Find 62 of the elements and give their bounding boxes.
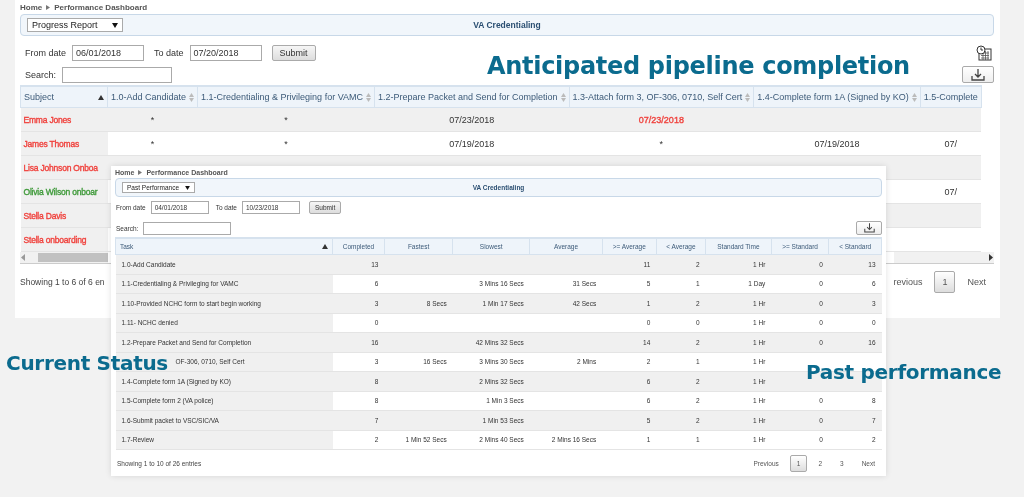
table-cell: 07/19/2018 — [753, 131, 921, 156]
pagination-button[interactable]: Next — [959, 271, 994, 293]
subject-cell[interactable]: Lisa Johnson Onboa — [20, 155, 108, 180]
download-icon — [863, 223, 875, 233]
sort-icon — [560, 92, 566, 102]
pagination-button[interactable]: revious — [885, 271, 931, 293]
download-icon — [971, 68, 985, 81]
scroll-left-icon — [20, 254, 26, 261]
column-header[interactable]: 1.1-Credentialing & Privileging for VAMC — [197, 86, 375, 108]
scroll-right-icon — [988, 254, 994, 261]
search-field[interactable] — [62, 66, 173, 83]
table-cell: * — [107, 131, 198, 156]
from-date-field[interactable]: 06/01/2018 — [72, 45, 144, 61]
from-date-label: From date — [25, 48, 66, 58]
chevron-icon — [46, 4, 51, 10]
subject-cell[interactable]: Emma Jones — [20, 107, 108, 132]
sort-ascending-icon — [98, 94, 104, 100]
panel-title: VA Credentialing — [473, 20, 541, 30]
horizontal-scrollbar[interactable] — [20, 252, 108, 263]
table-cell: 07/23/2018 — [569, 107, 754, 132]
subject-cell[interactable]: Stella Davis — [20, 203, 108, 228]
download-button[interactable] — [962, 66, 994, 83]
scrollbar-track[interactable] — [894, 252, 994, 263]
column-header[interactable]: 1.4-Complete form 1A (Signed by KO) — [753, 86, 921, 108]
table-cell: 07/ — [920, 179, 982, 204]
to-date-label: To date — [154, 48, 184, 58]
calendar-clock-icon — [976, 45, 992, 61]
pagination-button[interactable]: 1 — [934, 271, 956, 293]
table-cell: * — [197, 107, 375, 132]
table-cell: * — [569, 131, 754, 156]
search-label: Search: — [25, 69, 57, 80]
entries-info: Showing 1 to 6 of 6 en — [20, 277, 105, 287]
callout-text: Past performance — [806, 360, 1002, 384]
column-header[interactable]: 1.5-Complete — [920, 86, 982, 108]
sort-ascending-icon — [322, 244, 328, 249]
subject-cell[interactable]: Olivia Wilson onboar — [20, 179, 108, 204]
caret-icon — [111, 22, 118, 28]
chevron-icon — [138, 170, 143, 175]
table-cell: 07/19/2018 — [374, 131, 570, 156]
download-button[interactable] — [856, 221, 882, 235]
search-field[interactable] — [143, 221, 232, 235]
sort-icon — [911, 92, 917, 102]
submit-button[interactable]: Submit — [271, 45, 316, 61]
subject-cell[interactable]: Stella onboarding — [20, 227, 108, 252]
subject-cell[interactable]: James Thomas — [20, 131, 108, 156]
column-header[interactable]: 1.2-Prepare Packet and Send for Completion — [374, 86, 570, 108]
breadcrumb-link[interactable]: Home — [20, 2, 43, 12]
breadcrumb-link[interactable]: Performance Dashboard — [54, 2, 148, 12]
sort-icon — [189, 92, 195, 102]
to-date-field[interactable]: 07/20/2018 — [189, 45, 262, 61]
column-header[interactable]: 1.0-Add Candidate — [107, 86, 198, 108]
table-cell: * — [197, 131, 375, 156]
column-header[interactable]: Subject — [20, 86, 108, 108]
caret-icon — [185, 185, 191, 190]
report-select[interactable]: Progress Report — [27, 18, 123, 32]
callout-text: Anticipated pipeline completion — [487, 52, 910, 80]
table-cell: * — [107, 107, 198, 132]
sort-icon — [745, 92, 751, 102]
column-header[interactable]: 1.3-Attach form 3, OF-306, 0710, Self Cert — [569, 86, 754, 108]
sort-icon — [365, 92, 371, 102]
table-cell: 07/23/2018 — [374, 107, 570, 132]
table-cell: 07/ — [920, 131, 982, 156]
